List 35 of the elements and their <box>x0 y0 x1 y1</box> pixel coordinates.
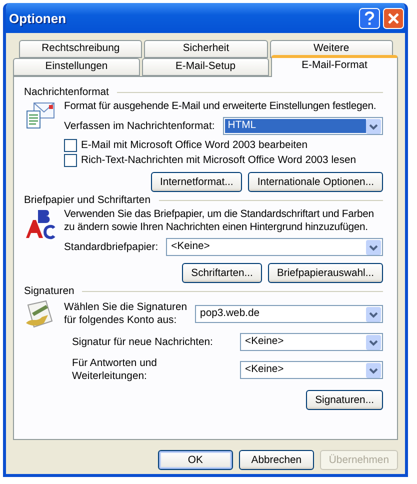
tab[interactable]: E-Mail-Format <box>271 55 398 77</box>
section-heading: Signaturen <box>24 286 74 297</box>
window-title: Optionen <box>9 10 68 26</box>
dropdown-field[interactable]: <Keine> <box>166 238 383 256</box>
letters-icon <box>24 208 56 240</box>
field-label: Standardbriefpapier: <box>64 240 158 254</box>
field-label: Verfassen im Nachrichtenformat: <box>64 120 215 132</box>
section-heading: Nachrichtenformat <box>24 87 109 98</box>
dialog-button[interactable]: Abbrechen <box>238 450 314 470</box>
tab[interactable]: Sicherheit <box>144 40 268 58</box>
dropdown-field[interactable]: HTML <box>222 117 383 135</box>
checkbox-label: E-Mail mit Microsoft Office Word 2003 bearbeiten <box>81 140 308 151</box>
tab[interactable]: E-Mail-Setup <box>142 58 269 76</box>
dialog-button[interactable]: OK <box>158 450 233 470</box>
help-icon[interactable] <box>359 8 380 28</box>
close-icon[interactable] <box>383 8 404 28</box>
section-description: Verwenden Sie das Briefpapier, um die Standardschriftart und Farben zu ändern sowie Ihren Nachrichten einen Hintergrund hinzuzufügen. <box>64 208 375 234</box>
checkbox-label: Rich-Text-Nachrichten mit Microsoft Office Word 2003 lesen <box>81 155 356 166</box>
tab[interactable]: Einstellungen <box>13 58 140 76</box>
checkbox[interactable] <box>64 154 77 167</box>
tab[interactable]: Rechtschreibung <box>19 40 142 58</box>
section-description: Format für ausgehende E-Mail und erweiterte Einstellungen festlegen. <box>64 100 378 113</box>
field-label: Für Antworten und Weiterleitungen: <box>72 357 158 383</box>
option-button[interactable]: Internetformat... <box>150 172 242 192</box>
dropdown-field[interactable]: <Keine> <box>240 333 383 351</box>
option-button[interactable]: Signaturen... <box>306 390 383 410</box>
option-button[interactable]: Internationale Optionen... <box>248 172 383 192</box>
checkbox[interactable] <box>64 139 77 152</box>
field-label: Wählen Sie die Signaturen für folgendes Konto aus: <box>64 301 188 327</box>
field-label: Signatur für neue Nachrichten: <box>72 336 214 348</box>
option-button[interactable]: Briefpapierauswahl... <box>268 263 383 283</box>
dropdown-field[interactable]: <Keine> <box>240 361 383 379</box>
dropdown-field[interactable]: pop3.web.de <box>195 305 383 323</box>
option-button[interactable]: Schriftarten... <box>182 263 262 283</box>
section-heading: Briefpapier und Schriftarten <box>24 195 150 206</box>
